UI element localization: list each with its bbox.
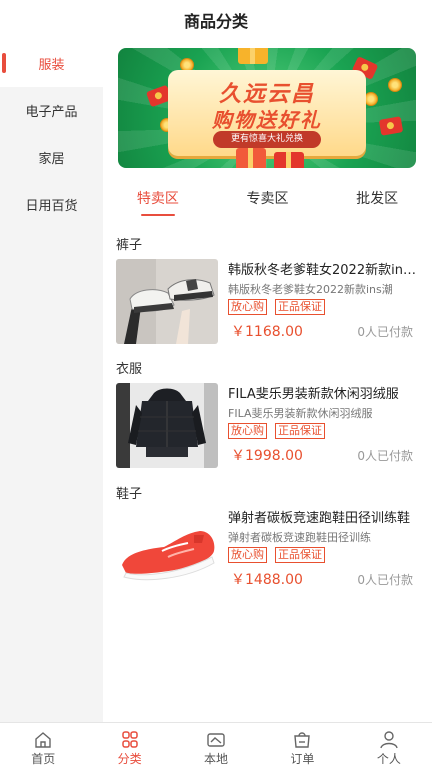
tag-authentic: 正品保证 — [275, 299, 325, 315]
product-sold-count: 0人已付款 — [357, 449, 413, 463]
banner-subheadline: 购物送好礼 — [212, 108, 322, 132]
sidebar-item-electronics[interactable]: 电子产品 — [0, 87, 103, 134]
product-card[interactable]: 韩版秋冬老爹鞋女2022新款ins潮 韩版秋冬老爹鞋女2022新款ins潮 放心… — [116, 259, 421, 345]
home-icon — [35, 732, 51, 748]
gift-box-icon — [236, 148, 266, 168]
sidebar-item-label: 电子产品 — [25, 105, 78, 120]
product-card[interactable]: FILA斐乐男装新款休闲羽绒服 FILA斐乐男装新款休闲羽绒服 放心购 正品保证… — [116, 383, 421, 469]
page-title: 商品分类 — [183, 12, 248, 31]
tag-safe-buy: 放心购 — [228, 299, 267, 315]
product-sold-count: 0人已付款 — [357, 325, 413, 339]
nav-category[interactable]: 分类 — [86, 723, 172, 768]
product-name: FILA斐乐男装新款休闲羽绒服 — [228, 387, 399, 402]
product-card[interactable]: 弹射者碳板竞速跑鞋田径训练鞋 弹射者碳板竞速跑鞋田径训练 放心购 正品保证 ￥1… — [116, 507, 421, 593]
product-name: 弹射者碳板竞速跑鞋田径训练鞋 — [228, 511, 411, 526]
local-icon — [207, 733, 225, 747]
bottom-nav: 首页 分类 本地 订单 个人 — [0, 722, 432, 768]
product-sold-count: 0人已付款 — [357, 573, 413, 587]
top-header: 商品分类 — [0, 0, 432, 40]
section-title: 裤子 — [116, 238, 143, 253]
tab-flash-sale[interactable]: 特卖区 — [103, 186, 213, 216]
product-name: 韩版秋冬老爹鞋女2022新款ins潮 — [228, 263, 418, 278]
sidebar-item-label: 服装 — [38, 58, 65, 73]
product-tags: 放心购 正品保证 — [228, 299, 325, 315]
product-image — [116, 383, 218, 468]
product-price: ￥1488.00 — [231, 572, 303, 588]
product-tags: 放心购 正品保证 — [228, 547, 325, 563]
sidebar-item-clothing[interactable]: 服装 — [0, 40, 103, 87]
section-title: 衣服 — [116, 362, 143, 377]
tag-safe-buy: 放心购 — [228, 547, 267, 563]
product-tags: 放心购 正品保证 — [228, 423, 325, 439]
coin-icon — [364, 92, 378, 106]
tab-specialty[interactable]: 专卖区 — [213, 186, 323, 216]
order-icon — [294, 732, 311, 748]
main-content: 久远云昌 购物送好礼 更有惊喜大礼兑换 特卖区 专卖区 批发区 裤子 韩版秋冬老… — [103, 40, 432, 722]
product-price: ￥1168.00 — [231, 324, 303, 340]
product-image — [116, 259, 218, 344]
tag-safe-buy: 放心购 — [228, 423, 267, 439]
promo-banner[interactable]: 久远云昌 购物送好礼 更有惊喜大礼兑换 — [118, 48, 416, 168]
nav-local[interactable]: 本地 — [173, 723, 259, 768]
product-image — [116, 507, 218, 592]
sidebar-item-label: 家居 — [38, 152, 65, 167]
product-price: ￥1998.00 — [231, 448, 303, 464]
nav-label: 分类 — [117, 752, 142, 766]
zone-tabs: 特卖区 专卖区 批发区 — [103, 186, 432, 216]
nav-label: 本地 — [204, 752, 229, 766]
banner-pill-text: 更有惊喜大礼兑换 — [213, 131, 321, 148]
nav-label: 个人 — [376, 752, 401, 766]
sidebar-item-home[interactable]: 家居 — [0, 134, 103, 181]
gift-box-icon — [238, 48, 268, 64]
section-title: 鞋子 — [116, 487, 143, 502]
banner-board: 久远云昌 购物送好礼 更有惊喜大礼兑换 — [168, 70, 366, 156]
nav-home[interactable]: 首页 — [0, 723, 86, 768]
product-description: 弹射者碳板竞速跑鞋田径训练 — [228, 531, 371, 544]
nav-profile[interactable]: 个人 — [346, 723, 432, 768]
gift-box-icon — [274, 152, 304, 168]
sidebar-item-label: 日用百货 — [25, 199, 78, 214]
coin-icon — [388, 78, 402, 92]
tag-authentic: 正品保证 — [275, 423, 325, 439]
tag-authentic: 正品保证 — [275, 547, 325, 563]
nav-label: 首页 — [31, 752, 56, 766]
product-description: 韩版秋冬老爹鞋女2022新款ins潮 — [228, 283, 393, 296]
nav-orders[interactable]: 订单 — [259, 723, 345, 768]
sidebar-item-daily-goods[interactable]: 日用百货 — [0, 181, 103, 228]
tab-wholesale[interactable]: 批发区 — [322, 186, 432, 216]
person-icon — [380, 731, 398, 749]
product-description: FILA斐乐男装新款休闲羽绒服 — [228, 407, 373, 420]
category-sidebar: 服装 电子产品 家居 日用百货 — [0, 40, 103, 722]
category-icon — [121, 731, 138, 748]
nav-label: 订单 — [290, 752, 315, 766]
